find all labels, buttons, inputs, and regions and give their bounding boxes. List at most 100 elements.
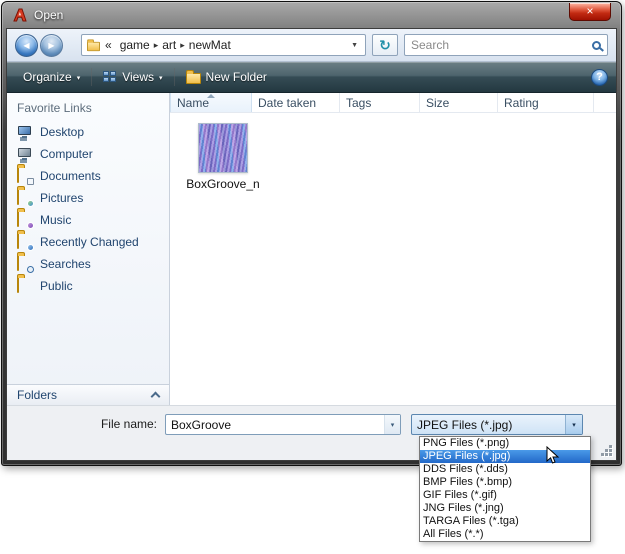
file-list-area: Name Date taken Tags Size Rating BoxGroo…: [170, 93, 616, 405]
breadcrumb-dropdown-icon[interactable]: ▼: [348, 42, 361, 49]
searches-icon: [17, 255, 34, 273]
views-button[interactable]: Views ▾: [95, 66, 170, 88]
organize-label: Organize: [23, 70, 72, 84]
file-name-label: BoxGroove_n: [186, 177, 260, 191]
views-label: Views: [122, 70, 155, 84]
new-folder-label: New Folder: [205, 70, 267, 84]
chevron-down-icon: ▾: [159, 74, 163, 82]
new-folder-button[interactable]: New Folder: [178, 66, 275, 88]
breadcrumb-item-art[interactable]: art: [158, 38, 180, 52]
computer-icon: [17, 146, 33, 162]
navigation-bar: ◀ ▶ « game ▸ art ▸ newMat ▼ ↻: [7, 29, 616, 62]
file-type-option[interactable]: JNG Files (*.jng): [420, 502, 590, 515]
forward-button[interactable]: ▶: [40, 33, 63, 57]
favorite-links-header: Favorite Links: [17, 101, 92, 115]
file-type-dropdown-list: PNG Files (*.png) JPEG Files (*.jpg) DDS…: [419, 436, 591, 542]
column-header-date-taken[interactable]: Date taken: [252, 93, 340, 112]
folder-icon: [87, 39, 100, 52]
music-folder-icon: [17, 211, 34, 229]
file-type-combo[interactable]: JPEG Files (*.jpg) ▾: [411, 414, 583, 435]
sidebar-item-public[interactable]: Public: [7, 275, 169, 297]
back-button[interactable]: ◀: [15, 33, 38, 57]
public-folder-icon: [17, 277, 33, 294]
search-input[interactable]: [411, 38, 588, 52]
sidebar-item-label: Documents: [40, 169, 101, 183]
documents-folder-icon: [17, 167, 34, 185]
sidebar: Favorite Links Desktop Computer Document…: [7, 93, 170, 405]
close-button[interactable]: ×: [569, 3, 611, 21]
chevron-down-icon: ▾: [76, 74, 81, 82]
app-icon: [12, 7, 28, 23]
column-label: Size: [426, 96, 450, 110]
column-label: Tags: [346, 96, 372, 110]
dialog-client: ◀ ▶ « game ▸ art ▸ newMat ▼ ↻ Search Org…: [6, 28, 617, 461]
titlebar[interactable]: Open ×: [2, 2, 621, 28]
sidebar-item-label: Searches: [40, 257, 91, 271]
views-grid-icon: [103, 71, 117, 83]
file-type-dropdown-icon[interactable]: ▾: [565, 415, 582, 434]
sidebar-item-pictures[interactable]: Pictures: [7, 187, 169, 209]
command-toolbar: Organize ▾ Views ▾ New Folder ?: [7, 62, 616, 93]
file-type-option[interactable]: TARGA Files (*.tga): [420, 515, 590, 528]
search-icon[interactable]: [592, 40, 601, 50]
file-type-option[interactable]: GIF Files (*.gif): [420, 489, 590, 502]
mouse-cursor-icon: [546, 446, 560, 464]
file-type-option[interactable]: DDS Files (*.dds): [420, 463, 590, 476]
chevron-up-icon: [150, 391, 161, 402]
breadcrumb-collapsed[interactable]: «: [101, 38, 116, 52]
refresh-button[interactable]: ↻: [372, 34, 398, 56]
column-header-size[interactable]: Size: [420, 93, 498, 112]
window-title: Open: [34, 8, 64, 22]
sidebar-item-desktop[interactable]: Desktop: [7, 121, 169, 143]
folders-label: Folders: [17, 388, 58, 402]
sidebar-item-searches[interactable]: Searches: [7, 253, 169, 275]
recently-changed-icon: [17, 233, 34, 251]
sidebar-item-computer[interactable]: Computer: [7, 143, 169, 165]
breadcrumb[interactable]: « game ▸ art ▸ newMat ▼: [81, 34, 366, 56]
file-item[interactable]: BoxGroove_n: [184, 123, 262, 191]
sort-ascending-icon: [207, 94, 215, 98]
column-header-tags[interactable]: Tags: [340, 93, 420, 112]
breadcrumb-item-newmat[interactable]: newMat: [185, 38, 235, 52]
file-thumbnail-normal-map[interactable]: [198, 123, 248, 173]
column-header-filler: [594, 93, 616, 112]
sidebar-item-recently-changed[interactable]: Recently Changed: [7, 231, 169, 253]
resize-grip[interactable]: [601, 445, 614, 458]
sidebar-item-label: Music: [40, 213, 72, 227]
file-name-combo[interactable]: ▾: [165, 414, 401, 435]
file-type-option[interactable]: BMP Files (*.bmp): [420, 476, 590, 489]
sidebar-item-label: Public: [40, 279, 73, 293]
sidebar-item-music[interactable]: Music: [7, 209, 169, 231]
file-name-dropdown-icon[interactable]: ▾: [384, 415, 400, 434]
help-button[interactable]: ?: [591, 68, 608, 86]
file-name-input[interactable]: [166, 417, 384, 432]
sidebar-item-documents[interactable]: Documents: [7, 165, 169, 187]
column-label: Name: [177, 96, 210, 110]
screen: Open × ◀ ▶ « game ▸ art ▸ newMat ▼ ↻ Sea…: [0, 0, 625, 554]
sidebar-item-label: Computer: [40, 147, 93, 161]
toolbar-separator: [173, 68, 175, 86]
toolbar-separator: [91, 68, 93, 86]
new-folder-icon: [185, 70, 201, 84]
column-label: Rating: [504, 96, 539, 110]
sidebar-item-label: Desktop: [40, 125, 85, 139]
file-type-value: JPEG Files (*.jpg): [417, 417, 513, 432]
sidebar-item-label: Recently Changed: [40, 235, 139, 249]
folders-expander[interactable]: Folders: [7, 384, 169, 405]
pictures-folder-icon: [17, 189, 34, 207]
organize-button[interactable]: Organize ▾: [15, 66, 88, 88]
main-area: Favorite Links Desktop Computer Document…: [7, 93, 616, 405]
column-header-name[interactable]: Name: [170, 93, 252, 112]
open-dialog: Open × ◀ ▶ « game ▸ art ▸ newMat ▼ ↻ Sea…: [1, 1, 622, 466]
column-label: Date taken: [258, 96, 317, 110]
file-type-option[interactable]: PNG Files (*.png): [420, 437, 590, 450]
sidebar-item-label: Pictures: [40, 191, 84, 205]
column-header-rating[interactable]: Rating: [498, 93, 594, 112]
column-headers: Name Date taken Tags Size Rating: [170, 93, 616, 113]
file-type-option-selected[interactable]: JPEG Files (*.jpg): [420, 450, 590, 463]
search-box[interactable]: [404, 34, 608, 56]
file-name-field-label: File name:: [100, 417, 157, 431]
desktop-icon: [17, 124, 33, 140]
file-type-option[interactable]: All Files (*.*): [420, 528, 590, 541]
breadcrumb-item-game[interactable]: game: [116, 38, 154, 52]
